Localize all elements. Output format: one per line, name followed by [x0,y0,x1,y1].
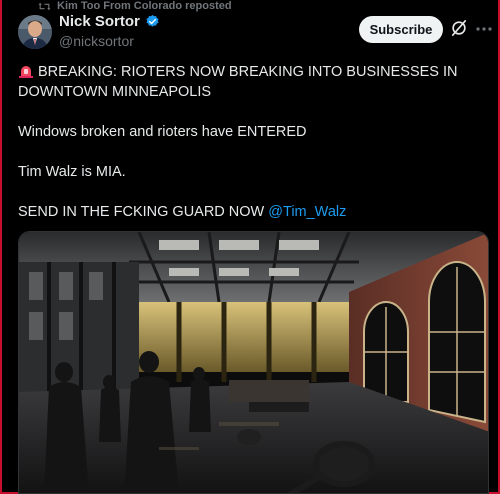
post-video[interactable] [18,231,489,494]
avatar[interactable] [18,15,52,49]
video-frame [19,232,488,493]
repost-header: Kim Too From Colorado reposted [38,0,232,12]
post-line-windows: Windows broken and rioters have ENTERED [18,124,307,140]
verified-badge-icon [146,14,159,27]
grok-icon[interactable] [450,19,468,37]
post-line-breaking: BREAKING: RIOTERS NOW BREAKING INTO BUSI… [18,64,458,100]
mention-tim-walz[interactable]: @Tim_Walz [268,204,346,220]
repost-icon [38,2,51,10]
post-line-walz: Tim Walz is MIA. [18,164,126,180]
author-name[interactable]: Nick Sortor [59,13,140,30]
post-line-guard: SEND IN THE FCKING GUARD NOW @Tim_Walz [18,204,347,220]
siren-icon [19,66,33,78]
author-handle[interactable]: @nicksortor [59,33,134,49]
subscribe-button[interactable]: Subscribe [359,16,443,43]
more-icon[interactable] [476,22,492,36]
repost-label[interactable]: Kim Too From Colorado reposted [57,0,232,12]
post-body: BREAKING: RIOTERS NOW BREAKING INTO BUSI… [18,62,488,222]
author-name-row: Nick Sortor [59,13,160,30]
